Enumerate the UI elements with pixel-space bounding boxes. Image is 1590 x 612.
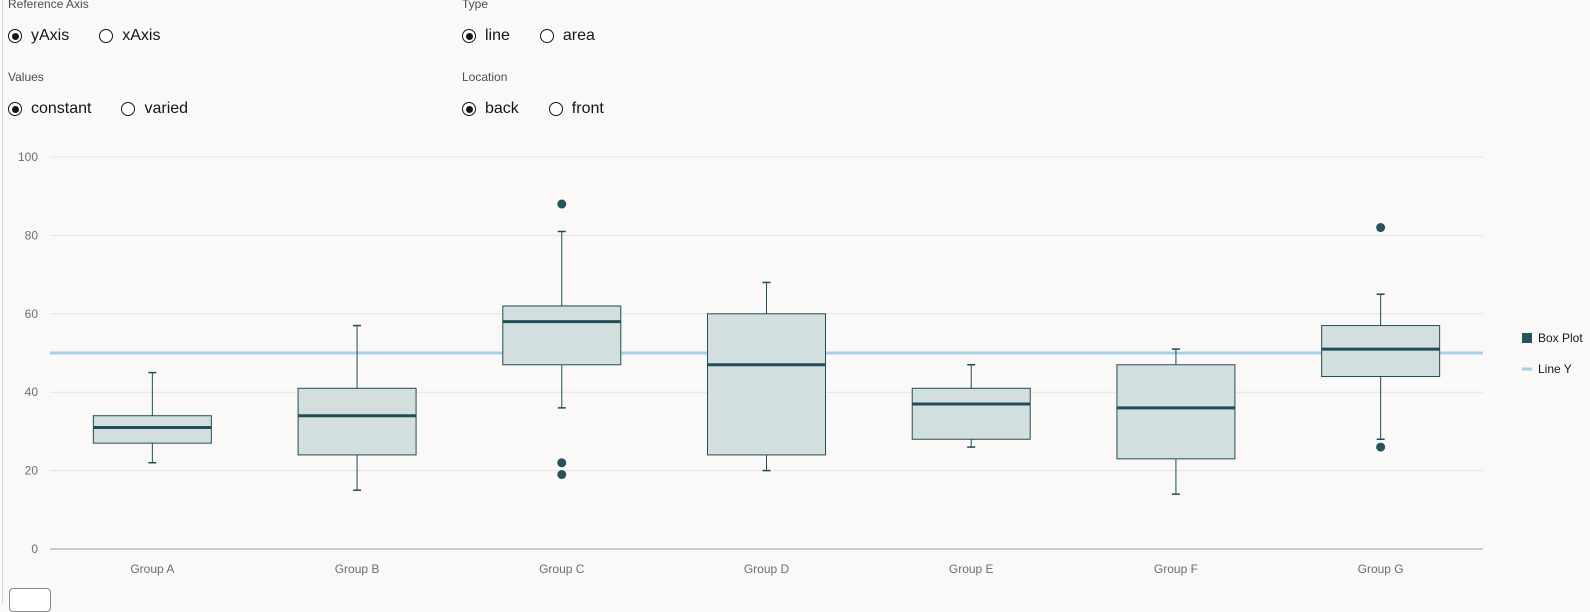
radio-varied[interactable]: varied bbox=[121, 100, 188, 118]
legend-box-plot-label: Box Plot bbox=[1538, 331, 1583, 345]
y-tick-label: 60 bbox=[25, 307, 39, 321]
y-tick-label: 100 bbox=[18, 150, 38, 164]
radio-back[interactable]: back bbox=[462, 100, 519, 118]
radio-area[interactable]: area bbox=[539, 27, 595, 45]
location-label: Location bbox=[462, 70, 508, 84]
legend-box-plot-swatch bbox=[1522, 333, 1532, 343]
radio-front-circle[interactable] bbox=[548, 102, 563, 116]
radio-constant-circle[interactable] bbox=[8, 102, 22, 116]
location-radios: back front bbox=[462, 100, 634, 118]
outlier-point bbox=[557, 470, 567, 480]
radio-selected-dot bbox=[465, 105, 473, 113]
outlier-point bbox=[1376, 223, 1386, 233]
legend-line-y-label: Line Y bbox=[1538, 362, 1572, 376]
radio-yaxis-circle[interactable] bbox=[8, 29, 22, 43]
box-group-2 bbox=[297, 324, 417, 491]
box-iqr bbox=[1116, 364, 1236, 460]
radio-selected-dot bbox=[11, 32, 19, 40]
box-iqr bbox=[707, 313, 826, 456]
x-tick-label: Group E bbox=[949, 562, 994, 576]
radio-front-label: front bbox=[571, 100, 604, 117]
radio-varied-label: varied bbox=[144, 100, 189, 117]
reference-axis-radios: yAxis xAxis bbox=[8, 27, 190, 45]
radio-line-circle[interactable] bbox=[462, 29, 476, 43]
radio-area-label: area bbox=[562, 27, 595, 44]
radio-selected-dot bbox=[11, 105, 19, 113]
radio-yaxis[interactable]: yAxis bbox=[8, 27, 69, 45]
radio-back-circle[interactable] bbox=[462, 102, 476, 116]
legend: Box Plot Line Y bbox=[1522, 331, 1583, 376]
radio-area-circle[interactable] bbox=[539, 29, 554, 43]
box-group-1 bbox=[92, 371, 212, 464]
radio-back-label: back bbox=[485, 100, 519, 117]
box-iqr bbox=[1321, 325, 1441, 378]
y-tick-label: 40 bbox=[25, 385, 39, 399]
y-tick-label: 0 bbox=[31, 542, 38, 556]
values-label: Values bbox=[8, 70, 44, 84]
box-iqr bbox=[502, 305, 622, 366]
x-tick-label: Group C bbox=[539, 562, 585, 576]
outlier-point bbox=[557, 199, 567, 209]
radio-front[interactable]: front bbox=[548, 100, 604, 118]
radio-yaxis-label: yAxis bbox=[31, 27, 70, 44]
y-tick-label: 80 bbox=[25, 228, 39, 242]
box-group-3 bbox=[502, 199, 622, 480]
radio-varied-circle[interactable] bbox=[121, 102, 136, 116]
radio-xaxis-circle[interactable] bbox=[99, 29, 114, 43]
radio-constant-label: constant bbox=[31, 100, 92, 117]
type-radios: line area bbox=[462, 27, 625, 45]
box-plot-chart: 0 20 40 60 80 100 Group A Group B Group C Group D… bbox=[18, 150, 1583, 576]
box-iqr bbox=[911, 387, 1031, 440]
radio-line[interactable]: line bbox=[462, 27, 510, 45]
bottom-toggle-button[interactable] bbox=[9, 588, 51, 612]
box-group-7 bbox=[1321, 223, 1441, 452]
box-group-6 bbox=[1116, 348, 1236, 495]
radio-constant[interactable]: constant bbox=[8, 100, 91, 118]
radio-xaxis-label: xAxis bbox=[122, 27, 161, 44]
reference-axis-label: Reference Axis bbox=[8, 0, 89, 11]
x-tick-label: Group A bbox=[130, 562, 174, 576]
y-tick-label: 20 bbox=[25, 464, 39, 478]
x-tick-label: Group B bbox=[335, 562, 380, 576]
box-group-4 bbox=[707, 281, 826, 472]
x-tick-label: Group D bbox=[744, 562, 790, 576]
box-iqr bbox=[92, 415, 212, 444]
outlier-point bbox=[1376, 442, 1386, 452]
radio-selected-dot bbox=[465, 32, 473, 40]
box-iqr bbox=[297, 387, 417, 456]
box-group-5 bbox=[911, 364, 1031, 448]
outlier-point bbox=[557, 458, 567, 468]
x-tick-label: Group G bbox=[1358, 562, 1404, 576]
type-label: Type bbox=[462, 0, 489, 11]
radio-xaxis[interactable]: xAxis bbox=[99, 27, 160, 45]
values-radios: constant varied bbox=[8, 100, 218, 118]
x-tick-label: Group F bbox=[1154, 562, 1198, 576]
radio-line-label: line bbox=[485, 27, 510, 44]
